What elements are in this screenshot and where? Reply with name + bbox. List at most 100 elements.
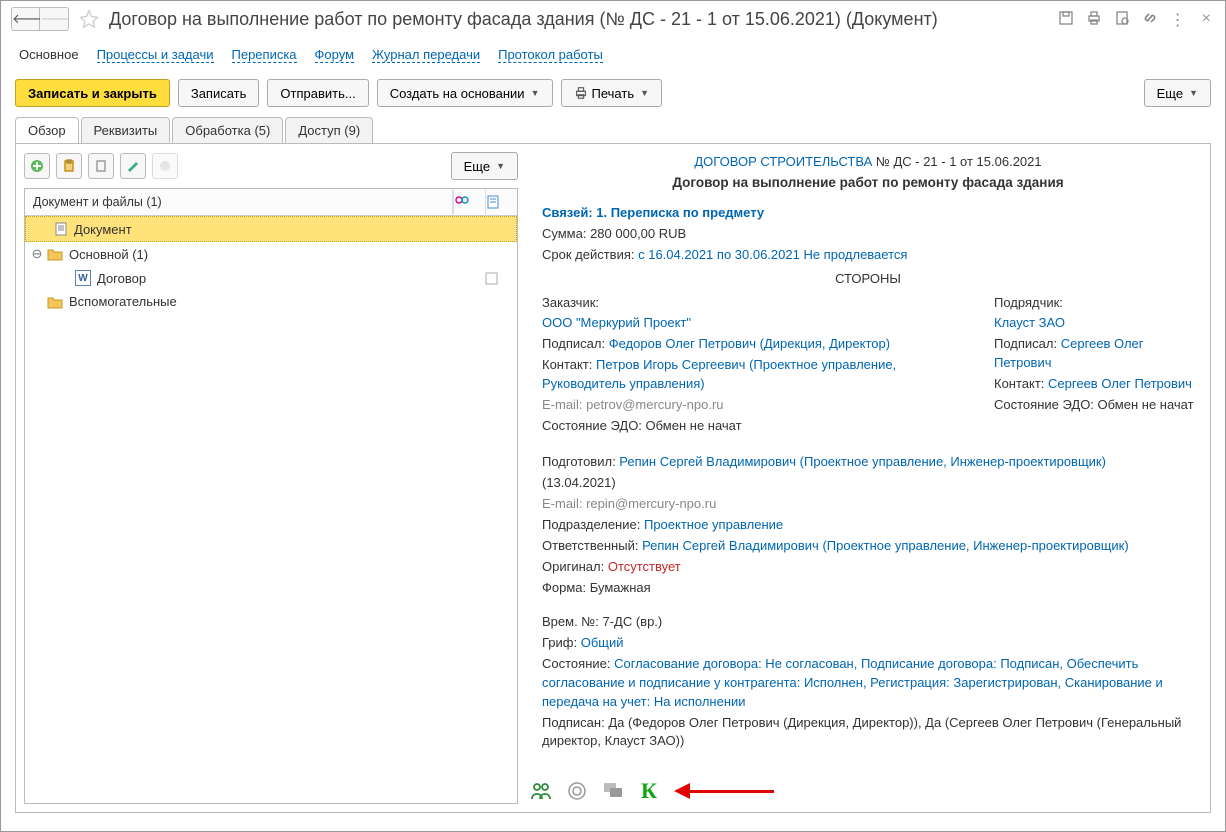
tree-row-aux-folder[interactable]: Вспомогательные (25, 290, 517, 313)
customer-party: Заказчик: ООО "Меркурий Проект" Подписал… (542, 292, 974, 438)
print-button[interactable]: Печать▼ (561, 79, 663, 107)
titlebar: 🡐 🡒 Договор на выполнение работ по ремон… (1, 1, 1225, 37)
parties-block: Заказчик: ООО "Меркурий Проект" Подписал… (542, 292, 1194, 438)
tree-label: Основной (1) (69, 247, 148, 262)
customer-contact-link[interactable]: Петров Игорь Сергеевич (Проектное управл… (542, 357, 896, 391)
nav-work-log[interactable]: Протокол работы (498, 47, 603, 63)
save-button[interactable]: Записать (178, 79, 260, 107)
tree-header: Документ и файлы (1) (25, 189, 517, 216)
state-link[interactable]: Согласование договора: Не согласован, По… (542, 656, 1163, 709)
add-button[interactable] (24, 153, 50, 179)
stamp-icon[interactable] (566, 780, 588, 802)
tree-header-label: Документ и файлы (1) (25, 189, 453, 215)
responsible-link[interactable]: Репин Сергей Владимирович (Проектное упр… (638, 538, 1128, 553)
customer-role: Заказчик: (542, 294, 974, 313)
contractor-edo: Обмен не начат (1094, 397, 1194, 412)
report-icon[interactable] (1114, 10, 1132, 28)
signed-summary: Да (Федоров Олег Петрович (Дирекция, Дир… (542, 715, 1181, 749)
nav-transfer-log[interactable]: Журнал передачи (372, 47, 480, 63)
validity-link[interactable]: с 16.04.2021 по 30.06.2021 Не продлевает… (635, 247, 908, 262)
relations-link[interactable]: Связей: 1. Переписка по предмету (542, 205, 764, 220)
tab-requisites[interactable]: Реквизиты (81, 117, 171, 143)
folder-open-icon (47, 247, 63, 261)
tree-header-icon-search[interactable] (453, 190, 485, 214)
window-title: Договор на выполнение работ по ремонту ф… (109, 9, 1052, 30)
nav-processes[interactable]: Процессы и задачи (97, 47, 214, 63)
grif-link[interactable]: Общий (577, 635, 623, 650)
validity-label: Срок действия: (542, 247, 635, 262)
save-icon[interactable] (1058, 10, 1076, 28)
red-arrow-annotation (674, 785, 774, 797)
tree-label: Документ (74, 222, 132, 237)
secondary-tabs: Обзор Реквизиты Обработка (5) Доступ (9) (1, 117, 1225, 143)
tree-checkbox[interactable] (485, 272, 511, 285)
nav-arrows: 🡐 🡒 (11, 7, 69, 31)
close-icon[interactable]: × (1198, 10, 1215, 28)
tree-label: Вспомогательные (69, 294, 177, 309)
save-and-close-button[interactable]: Записать и закрыть (15, 79, 170, 107)
tree-row-contract[interactable]: W Договор (25, 266, 517, 290)
users-icon[interactable] (530, 780, 552, 802)
chat-icon[interactable] (602, 780, 624, 802)
top-nav: Основное Процессы и задачи Переписка Фор… (1, 37, 1225, 75)
collapse-icon[interactable]: ⊖ (31, 246, 43, 262)
contractor-party: Подрядчик: Клауст ЗАО Подписал: Сергеев … (994, 292, 1194, 438)
customer-signed-link[interactable]: Федоров Олег Петрович (Дирекция, Директо… (605, 336, 890, 351)
main-toolbar: Записать и закрыть Записать Отправить...… (1, 75, 1225, 117)
tree-body: Документ ⊖ Основной (1) W Договор (25, 216, 517, 803)
back-button[interactable]: 🡐 (12, 8, 40, 30)
customer-edo: Обмен не начат (642, 418, 742, 433)
tab-processing[interactable]: Обработка (5) (172, 117, 283, 143)
titlebar-actions: ⋮ × (1058, 10, 1215, 28)
folder-icon (47, 295, 63, 309)
original-status: Отсутствует (604, 559, 681, 574)
print-icon[interactable] (1086, 10, 1104, 28)
tree-label: Договор (97, 271, 485, 286)
footer-actions: К (526, 780, 1210, 802)
tree-header-icon-doc[interactable] (485, 190, 517, 214)
paste-button[interactable] (56, 153, 82, 179)
tab-overview[interactable]: Обзор (15, 117, 79, 143)
contractor-name-link[interactable]: Клауст ЗАО (994, 315, 1065, 330)
cancel-edit-button[interactable] (152, 153, 178, 179)
contractor-contact-link[interactable]: Сергеев Олег Петрович (1044, 376, 1192, 391)
send-button[interactable]: Отправить... (267, 79, 368, 107)
prepared-email: repin@mercury-npo.ru (582, 496, 716, 511)
customer-email: petrov@mercury-npo.ru (582, 397, 723, 412)
parties-heading: СТОРОНЫ (542, 271, 1194, 286)
left-more-button[interactable]: Еще▼ (451, 152, 518, 180)
create-based-button[interactable]: Создать на основании▼ (377, 79, 553, 107)
tree-row-document[interactable]: Документ (25, 216, 517, 242)
tab-access[interactable]: Доступ (9) (285, 117, 373, 143)
contract-type-link[interactable]: ДОГОВОР СТРОИТЕЛЬСТВА (694, 154, 872, 169)
tree-row-main-folder[interactable]: ⊖ Основной (1) (25, 242, 517, 266)
department-link[interactable]: Проектное управление (640, 517, 783, 532)
nav-correspondence[interactable]: Переписка (232, 47, 297, 63)
printer-icon (574, 86, 588, 100)
file-tree-pane: Еще▼ Документ и файлы (1) Док (16, 144, 526, 812)
details-pane: ДОГОВОР СТРОИТЕЛЬСТВА № ДС - 21 - 1 от 1… (526, 144, 1210, 812)
content-area: Еще▼ Документ и файлы (1) Док (15, 143, 1211, 813)
word-doc-icon: W (75, 270, 91, 286)
registration-block: Врем. №: 7-ДС (вр.) Гриф: Общий Состояни… (542, 613, 1194, 751)
sum-label: Сумма: (542, 226, 586, 241)
page-icon (54, 221, 68, 237)
favorite-star-icon[interactable] (79, 9, 99, 29)
prepared-by-link[interactable]: Репин Сергей Владимирович (Проектное упр… (616, 454, 1106, 469)
forward-button[interactable]: 🡒 (40, 8, 68, 30)
nav-main[interactable]: Основное (19, 47, 79, 63)
prepared-block: Подготовил: Репин Сергей Владимирович (П… (542, 453, 1194, 597)
contractor-role: Подрядчик: (994, 294, 1194, 313)
k-icon[interactable]: К (638, 780, 660, 802)
form-value: Бумажная (586, 580, 651, 595)
edit-button[interactable] (120, 153, 146, 179)
file-tree-toolbar: Еще▼ (24, 152, 518, 180)
nav-forum[interactable]: Форум (315, 47, 355, 63)
more-button[interactable]: Еще▼ (1144, 79, 1211, 107)
new-doc-button[interactable] (88, 153, 114, 179)
file-tree: Документ и файлы (1) Документ (24, 188, 518, 804)
customer-name-link[interactable]: ООО "Меркурий Проект" (542, 315, 691, 330)
contract-title: Договор на выполнение работ по ремонту ф… (542, 175, 1194, 190)
more-vert-icon[interactable]: ⋮ (1170, 10, 1188, 28)
link-icon[interactable] (1142, 10, 1160, 28)
